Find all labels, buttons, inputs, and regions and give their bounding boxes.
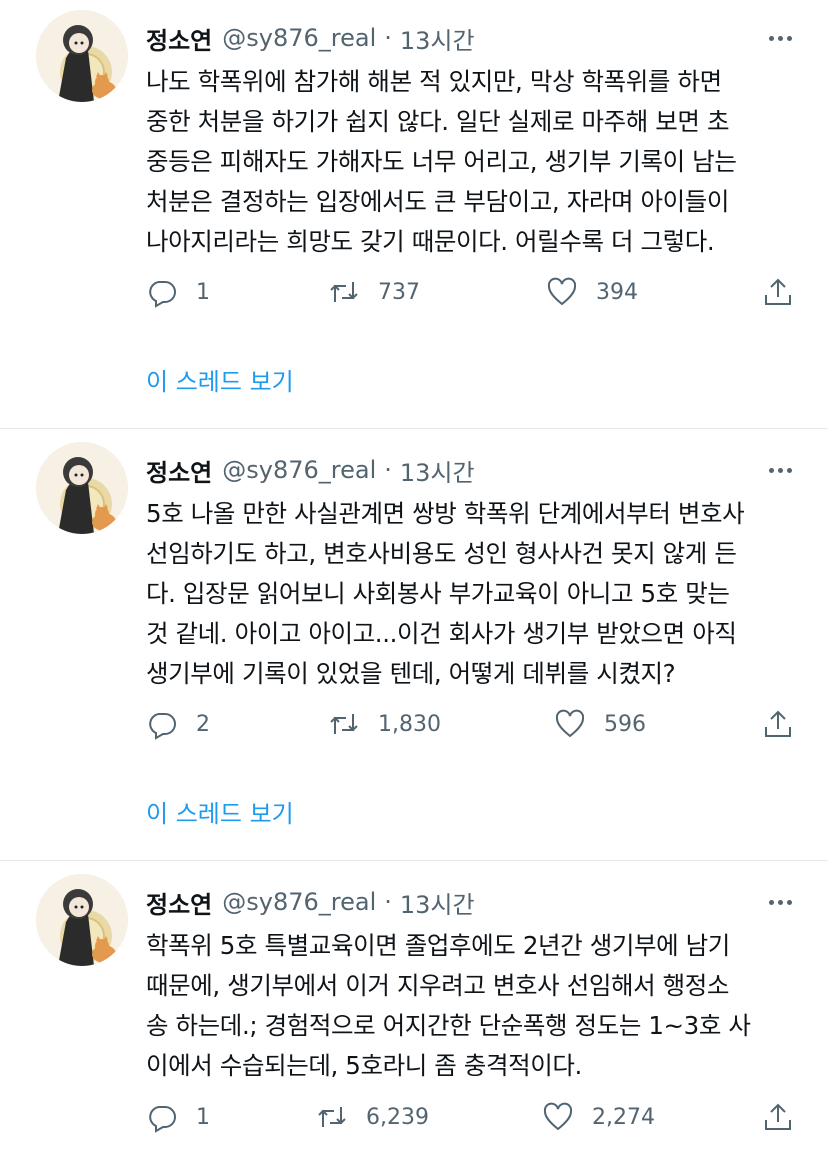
retweet-button[interactable]: 6,239 <box>316 1097 429 1137</box>
divider <box>0 860 828 861</box>
reply-button[interactable]: 2 <box>146 704 210 744</box>
share-upload-icon <box>765 710 791 737</box>
avatar[interactable] <box>36 10 128 102</box>
retweet-button[interactable]: 737 <box>328 272 420 312</box>
action-bar: 1 6,239 2,274 <box>146 1097 810 1137</box>
tweet-header: 정소연 @sy876_real · 13시간 <box>146 18 475 58</box>
avatar-illustration-icon <box>36 874 128 966</box>
retweet-count: 737 <box>378 279 420 305</box>
user-handle[interactable]: @sy876_real <box>222 888 376 916</box>
share-upload-icon <box>765 278 791 305</box>
display-name[interactable]: 정소연 <box>146 21 212 56</box>
reply-count: 1 <box>196 279 210 305</box>
share-button[interactable] <box>762 1097 794 1137</box>
user-handle[interactable]: @sy876_real <box>222 456 376 484</box>
tweet-text: 학폭위 5호 특별교육이면 졸업후에도 2년간 생기부에 남기 때문에, 생기부… <box>146 931 751 1080</box>
retweet-count: 1,830 <box>378 711 441 737</box>
avatar[interactable] <box>36 442 128 534</box>
avatar-illustration-icon <box>36 10 128 102</box>
avatar[interactable] <box>36 874 128 966</box>
speech-bubble-icon <box>149 713 176 740</box>
share-button[interactable] <box>762 272 794 312</box>
like-count: 2,274 <box>592 1104 655 1130</box>
action-bar: 1 737 394 <box>146 272 810 312</box>
reply-button[interactable]: 1 <box>146 272 210 312</box>
share-button[interactable] <box>762 704 794 744</box>
heart-icon <box>555 709 585 738</box>
show-thread-link[interactable]: 이 스레드 보기 <box>146 794 294 829</box>
heart-icon <box>543 1102 573 1131</box>
reply-button[interactable]: 1 <box>146 1097 210 1137</box>
retweet-arrows-icon <box>330 282 358 302</box>
like-count: 596 <box>604 711 646 737</box>
heart-icon <box>547 277 577 306</box>
timestamp[interactable]: 13시간 <box>400 453 475 488</box>
like-button[interactable]: 2,274 <box>542 1097 655 1137</box>
more-dots-icon[interactable] <box>760 20 800 56</box>
user-handle[interactable]: @sy876_real <box>222 24 376 52</box>
timestamp[interactable]: 13시간 <box>400 885 475 920</box>
display-name[interactable]: 정소연 <box>146 885 212 920</box>
speech-bubble-icon <box>149 1106 176 1133</box>
separator-dot: · <box>384 456 392 484</box>
share-upload-icon <box>765 1103 791 1130</box>
avatar-illustration-icon <box>36 442 128 534</box>
speech-bubble-icon <box>149 281 176 308</box>
like-button[interactable]: 394 <box>546 272 638 312</box>
more-dots-icon[interactable] <box>760 452 800 488</box>
retweet-button[interactable]: 1,830 <box>328 704 441 744</box>
tweet-header: 정소연 @sy876_real · 13시간 <box>146 450 475 490</box>
more-dots-icon[interactable] <box>760 884 800 920</box>
tweet-text: 나도 학폭위에 참가해 해본 적 있지만, 막상 학폭위를 하면 중한 처분을 … <box>146 67 737 256</box>
like-count: 394 <box>596 279 638 305</box>
tweet-header: 정소연 @sy876_real · 13시간 <box>146 882 475 922</box>
retweet-arrows-icon <box>330 714 358 734</box>
tweet-text: 5호 나올 만한 사실관계면 쌍방 학폭위 단계에서부터 변호사 선임하기도 하… <box>146 499 745 688</box>
reply-count: 2 <box>196 711 210 737</box>
tweet-3[interactable]: 정소연 @sy876_real · 13시간 학폭위 5호 특별교육이면 졸업후… <box>0 864 828 1159</box>
like-button[interactable]: 596 <box>554 704 646 744</box>
show-thread-link[interactable]: 이 스레드 보기 <box>146 362 294 397</box>
retweet-count: 6,239 <box>366 1104 429 1130</box>
timestamp[interactable]: 13시간 <box>400 21 475 56</box>
action-bar: 2 1,830 596 <box>146 704 810 744</box>
tweet-1[interactable]: 정소연 @sy876_real · 13시간 나도 학폭위에 참가해 해본 적 … <box>0 0 828 428</box>
separator-dot: · <box>384 24 392 52</box>
display-name[interactable]: 정소연 <box>146 453 212 488</box>
divider <box>0 428 828 429</box>
retweet-arrows-icon <box>318 1107 346 1127</box>
tweet-2[interactable]: 정소연 @sy876_real · 13시간 5호 나올 만한 사실관계면 쌍방… <box>0 432 828 860</box>
separator-dot: · <box>384 888 392 916</box>
reply-count: 1 <box>196 1104 210 1130</box>
